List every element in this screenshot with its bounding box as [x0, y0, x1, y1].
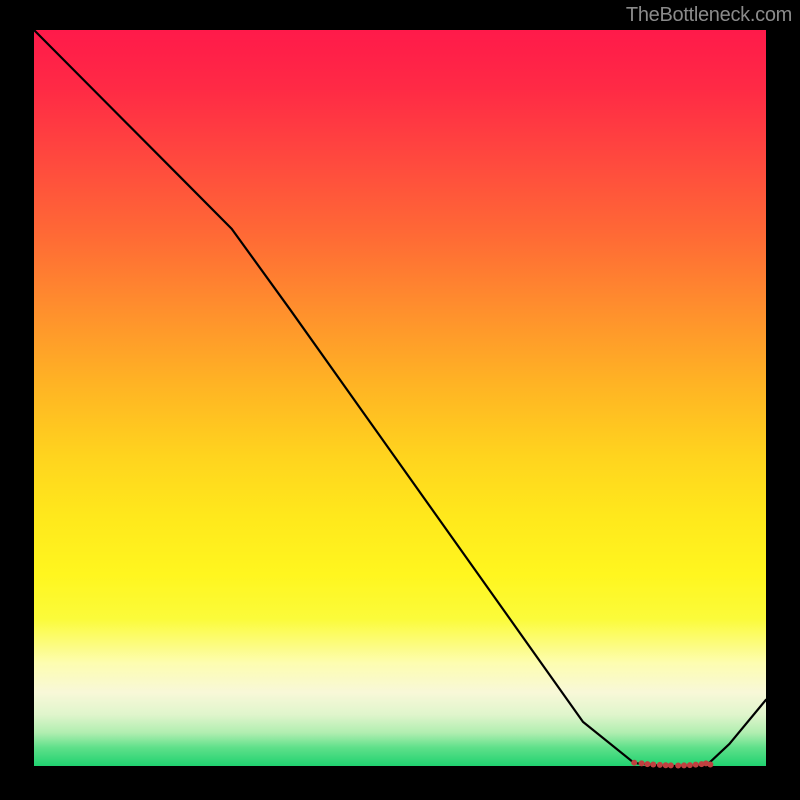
chart-container: TheBottleneck.com — [0, 0, 800, 800]
optimal-marker — [650, 762, 656, 768]
optimal-marker — [693, 762, 699, 768]
optimal-marker — [675, 762, 681, 768]
optimal-marker — [639, 760, 645, 766]
optimal-region-markers — [631, 760, 713, 769]
optimal-marker — [668, 762, 674, 768]
optimal-marker — [687, 762, 693, 768]
optimal-marker — [644, 761, 650, 767]
chart-svg-overlay — [34, 30, 766, 766]
optimal-marker — [657, 762, 663, 768]
attribution-text: TheBottleneck.com — [626, 4, 792, 27]
optimal-marker — [631, 760, 637, 766]
optimal-marker — [663, 762, 669, 768]
optimal-marker — [707, 762, 713, 768]
bottleneck-curve — [34, 30, 766, 766]
optimal-marker — [681, 762, 687, 768]
